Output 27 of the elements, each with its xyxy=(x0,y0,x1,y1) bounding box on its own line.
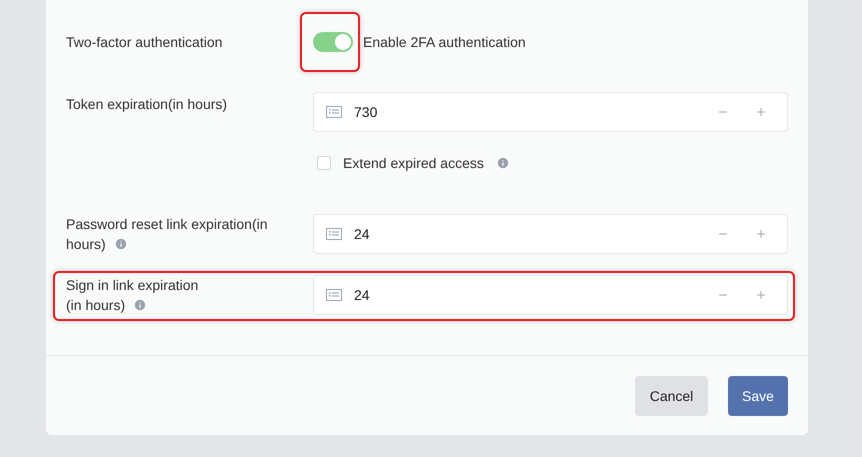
save-button[interactable]: Save xyxy=(728,376,788,416)
toggle-label: Enable 2FA authentication xyxy=(363,32,526,52)
field-label: Two-factor authentication xyxy=(66,32,224,52)
info-icon[interactable] xyxy=(496,156,510,170)
toggle-switch[interactable] xyxy=(313,32,353,52)
field-value: 730 xyxy=(354,102,378,122)
number-field[interactable]: 24 xyxy=(313,214,788,254)
list-icon xyxy=(326,289,342,301)
cancel-button[interactable]: Cancel xyxy=(635,376,708,416)
field-label: hours) xyxy=(66,235,106,254)
list-icon xyxy=(326,106,342,118)
list-icon xyxy=(326,228,342,240)
field-label: (in hours) xyxy=(66,296,126,315)
plus-icon[interactable] xyxy=(755,289,767,301)
number-field[interactable]: 730 xyxy=(313,92,788,132)
field-value: 24 xyxy=(354,224,371,244)
info-icon[interactable] xyxy=(133,298,148,312)
field-label: Password reset link expiration(in xyxy=(66,215,269,234)
field-label: Sign in link expiration xyxy=(66,276,200,295)
checkbox[interactable] xyxy=(317,156,331,170)
number-field[interactable]: 24 xyxy=(313,275,788,315)
plus-icon[interactable] xyxy=(755,228,767,240)
plus-icon[interactable] xyxy=(755,106,767,118)
field-value: 24 xyxy=(354,286,371,304)
info-icon[interactable] xyxy=(114,237,128,251)
checkbox-label: Extend expired access xyxy=(343,154,484,173)
field-label: Token expiration(in hours) xyxy=(66,95,228,114)
